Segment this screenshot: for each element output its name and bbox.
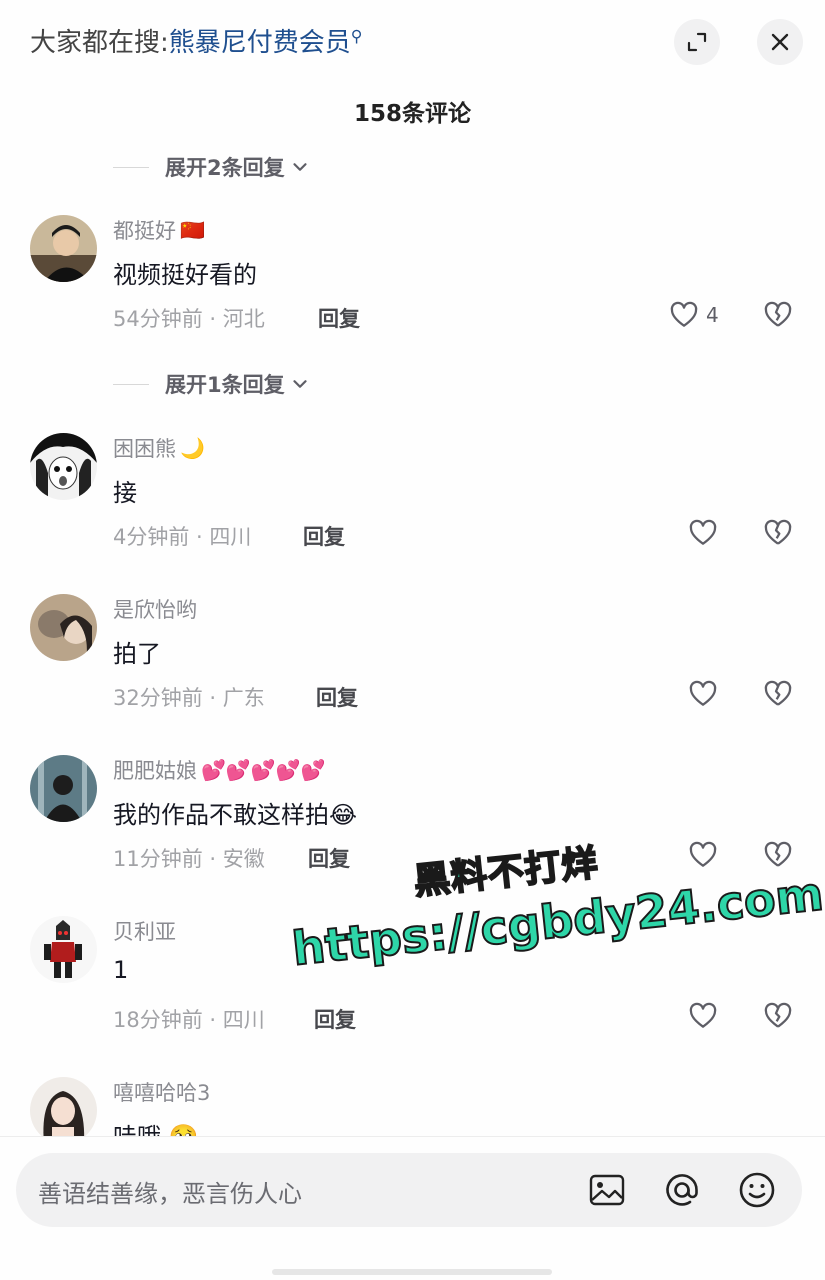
broken-heart-icon <box>764 680 792 706</box>
smiley-icon <box>739 1172 775 1208</box>
comment-text: 拍了 <box>113 640 161 668</box>
reply-button[interactable]: 回复 <box>303 521 345 551</box>
heart-icon <box>670 301 698 327</box>
hearts-badge: 💕💕💕💕💕 <box>201 758 326 782</box>
heart-icon <box>689 680 717 706</box>
like-button[interactable] <box>687 678 719 710</box>
expand-replies-button[interactable]: 展开1条回复 <box>113 368 311 400</box>
search-suggestion-keyword[interactable]: 熊暴尼付费会员 <box>169 28 351 58</box>
comment-text: 1 <box>113 956 129 984</box>
at-icon <box>666 1174 698 1206</box>
comment-input[interactable]: 善语结善缘，恶言伤人心 <box>16 1153 802 1227</box>
avatar[interactable] <box>30 594 97 661</box>
close-icon <box>771 33 789 51</box>
comment-username[interactable]: 困困熊 🌙 <box>113 433 205 463</box>
mention-button[interactable] <box>661 1169 703 1211</box>
dislike-button[interactable] <box>762 299 794 335</box>
comment-username[interactable]: 嘻嘻哈哈3 <box>113 1077 210 1107</box>
image-button[interactable] <box>586 1169 628 1211</box>
dislike-button[interactable] <box>762 1000 794 1036</box>
divider <box>113 166 149 168</box>
image-icon <box>589 1174 625 1206</box>
avatar[interactable] <box>30 433 97 500</box>
comment-count-title: 158条评论 <box>353 101 471 127</box>
comment-text: 视频挺好看的 <box>113 261 257 289</box>
expand-button[interactable] <box>674 19 720 65</box>
like-button[interactable]: 4 <box>668 299 719 331</box>
comment-item: 贝利亚 1 18分钟前 · 四川 回复 <box>0 916 825 1066</box>
divider <box>113 383 149 385</box>
comment-item: 是欣怡哟 拍了 32分钟前 · 广东 回复 <box>0 594 825 744</box>
comment-item: 都挺好 🇨🇳 视频挺好看的 54分钟前 · 河北 回复 4 <box>0 215 825 365</box>
flag-badge: 🇨🇳 <box>180 218 205 242</box>
home-indicator <box>272 1269 552 1275</box>
comment-text: 我的作品不敢这样拍😂 <box>113 801 358 829</box>
broken-heart-icon <box>764 519 792 545</box>
comment-text: 接 <box>113 479 137 507</box>
reply-button[interactable]: 回复 <box>314 1004 356 1034</box>
comment-item: 困困熊 🌙 接 4分钟前 · 四川 回复 <box>0 433 825 583</box>
top-bar: 大家都在搜:熊暴尼付费会员⚲ <box>0 0 825 84</box>
comment-input-bar: 善语结善缘，恶言伤人心 <box>0 1136 825 1280</box>
reply-button[interactable]: 回复 <box>318 303 360 333</box>
reply-button[interactable]: 回复 <box>308 843 350 873</box>
search-suggestion[interactable]: 大家都在搜:熊暴尼付费会员⚲ <box>30 22 363 59</box>
dislike-button[interactable] <box>762 517 794 553</box>
comment-time-location: 4分钟前 · 四川 <box>113 525 252 549</box>
avatar[interactable] <box>30 1077 97 1144</box>
expand-icon <box>687 32 707 52</box>
comment-username[interactable]: 是欣怡哟 <box>113 594 197 624</box>
comment-time-location: 18分钟前 · 四川 <box>113 1008 265 1032</box>
heart-icon <box>689 1002 717 1028</box>
comment-time-location: 11分钟前 · 安徽 <box>113 847 265 871</box>
expand-replies-label: 展开1条回复 <box>165 373 285 397</box>
dislike-button[interactable] <box>762 678 794 714</box>
chevron-down-icon <box>293 380 307 388</box>
reply-button[interactable]: 回复 <box>316 682 358 712</box>
like-count: 4 <box>706 303 719 327</box>
comment-time-location: 54分钟前 · 河北 <box>113 307 265 331</box>
broken-heart-icon <box>764 1002 792 1028</box>
comment-item: 肥肥姑娘 💕💕💕💕💕 我的作品不敢这样拍😂 11分钟前 · 安徽 回复 <box>0 755 825 905</box>
search-icon: ⚲ <box>350 26 363 46</box>
like-button[interactable] <box>687 517 719 549</box>
comment-time-location: 32分钟前 · 广东 <box>113 686 265 710</box>
like-button[interactable] <box>687 839 719 871</box>
chevron-down-icon <box>293 163 307 171</box>
expand-replies-button[interactable]: 展开2条回复 <box>113 151 311 183</box>
broken-heart-icon <box>764 301 792 327</box>
heart-icon <box>689 519 717 545</box>
comment-username[interactable]: 贝利亚 <box>113 916 176 946</box>
heart-icon <box>689 841 717 867</box>
emoji-button[interactable] <box>736 1169 778 1211</box>
comment-username[interactable]: 都挺好 🇨🇳 <box>113 215 205 245</box>
expand-replies-label: 展开2条回复 <box>165 156 285 180</box>
dislike-button[interactable] <box>762 839 794 875</box>
close-button[interactable] <box>757 19 803 65</box>
avatar[interactable] <box>30 755 97 822</box>
search-suggestion-prefix: 大家都在搜: <box>30 28 169 58</box>
moon-badge: 🌙 <box>180 436 205 460</box>
avatar[interactable] <box>30 916 97 983</box>
comment-username[interactable]: 肥肥姑娘 💕💕💕💕💕 <box>113 755 326 785</box>
avatar[interactable] <box>30 215 97 282</box>
like-button[interactable] <box>687 1000 719 1032</box>
broken-heart-icon <box>764 841 792 867</box>
comment-input-placeholder: 善语结善缘，恶言伤人心 <box>38 1180 302 1208</box>
